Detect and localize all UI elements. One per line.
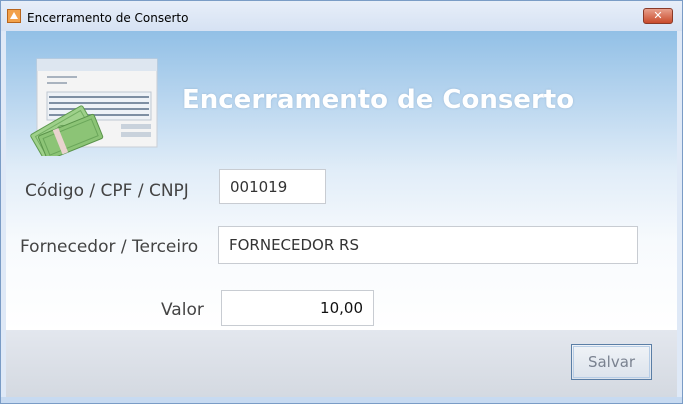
app-icon xyxy=(7,9,21,23)
fornecedor-value: FORNECEDOR RS xyxy=(229,236,359,254)
valor-label: Valor xyxy=(161,300,204,320)
dialog-window: Encerramento de Conserto ✕ Encerramento … xyxy=(0,0,683,404)
codigo-value: 001019 xyxy=(230,177,288,196)
fornecedor-label: Fornecedor / Terceiro xyxy=(20,237,199,257)
close-icon: ✕ xyxy=(653,9,663,22)
codigo-field[interactable]: 001019 xyxy=(219,169,326,204)
codigo-label: Código / CPF / CNPJ xyxy=(25,181,189,201)
valor-value: 10,00 xyxy=(320,299,363,317)
fornecedor-field[interactable]: FORNECEDOR RS xyxy=(218,226,638,264)
window-title: Encerramento de Conserto xyxy=(27,11,189,25)
invoice-money-icon xyxy=(30,58,158,156)
valor-field[interactable]: 10,00 xyxy=(221,290,374,326)
save-button-label: Salvar xyxy=(587,353,636,371)
window-bottom-border xyxy=(1,397,682,403)
title-bar[interactable]: Encerramento de Conserto ✕ xyxy=(1,1,682,31)
page-title: Encerramento de Conserto xyxy=(182,85,575,115)
close-button[interactable]: ✕ xyxy=(643,8,673,24)
save-button[interactable]: Salvar xyxy=(571,344,652,380)
